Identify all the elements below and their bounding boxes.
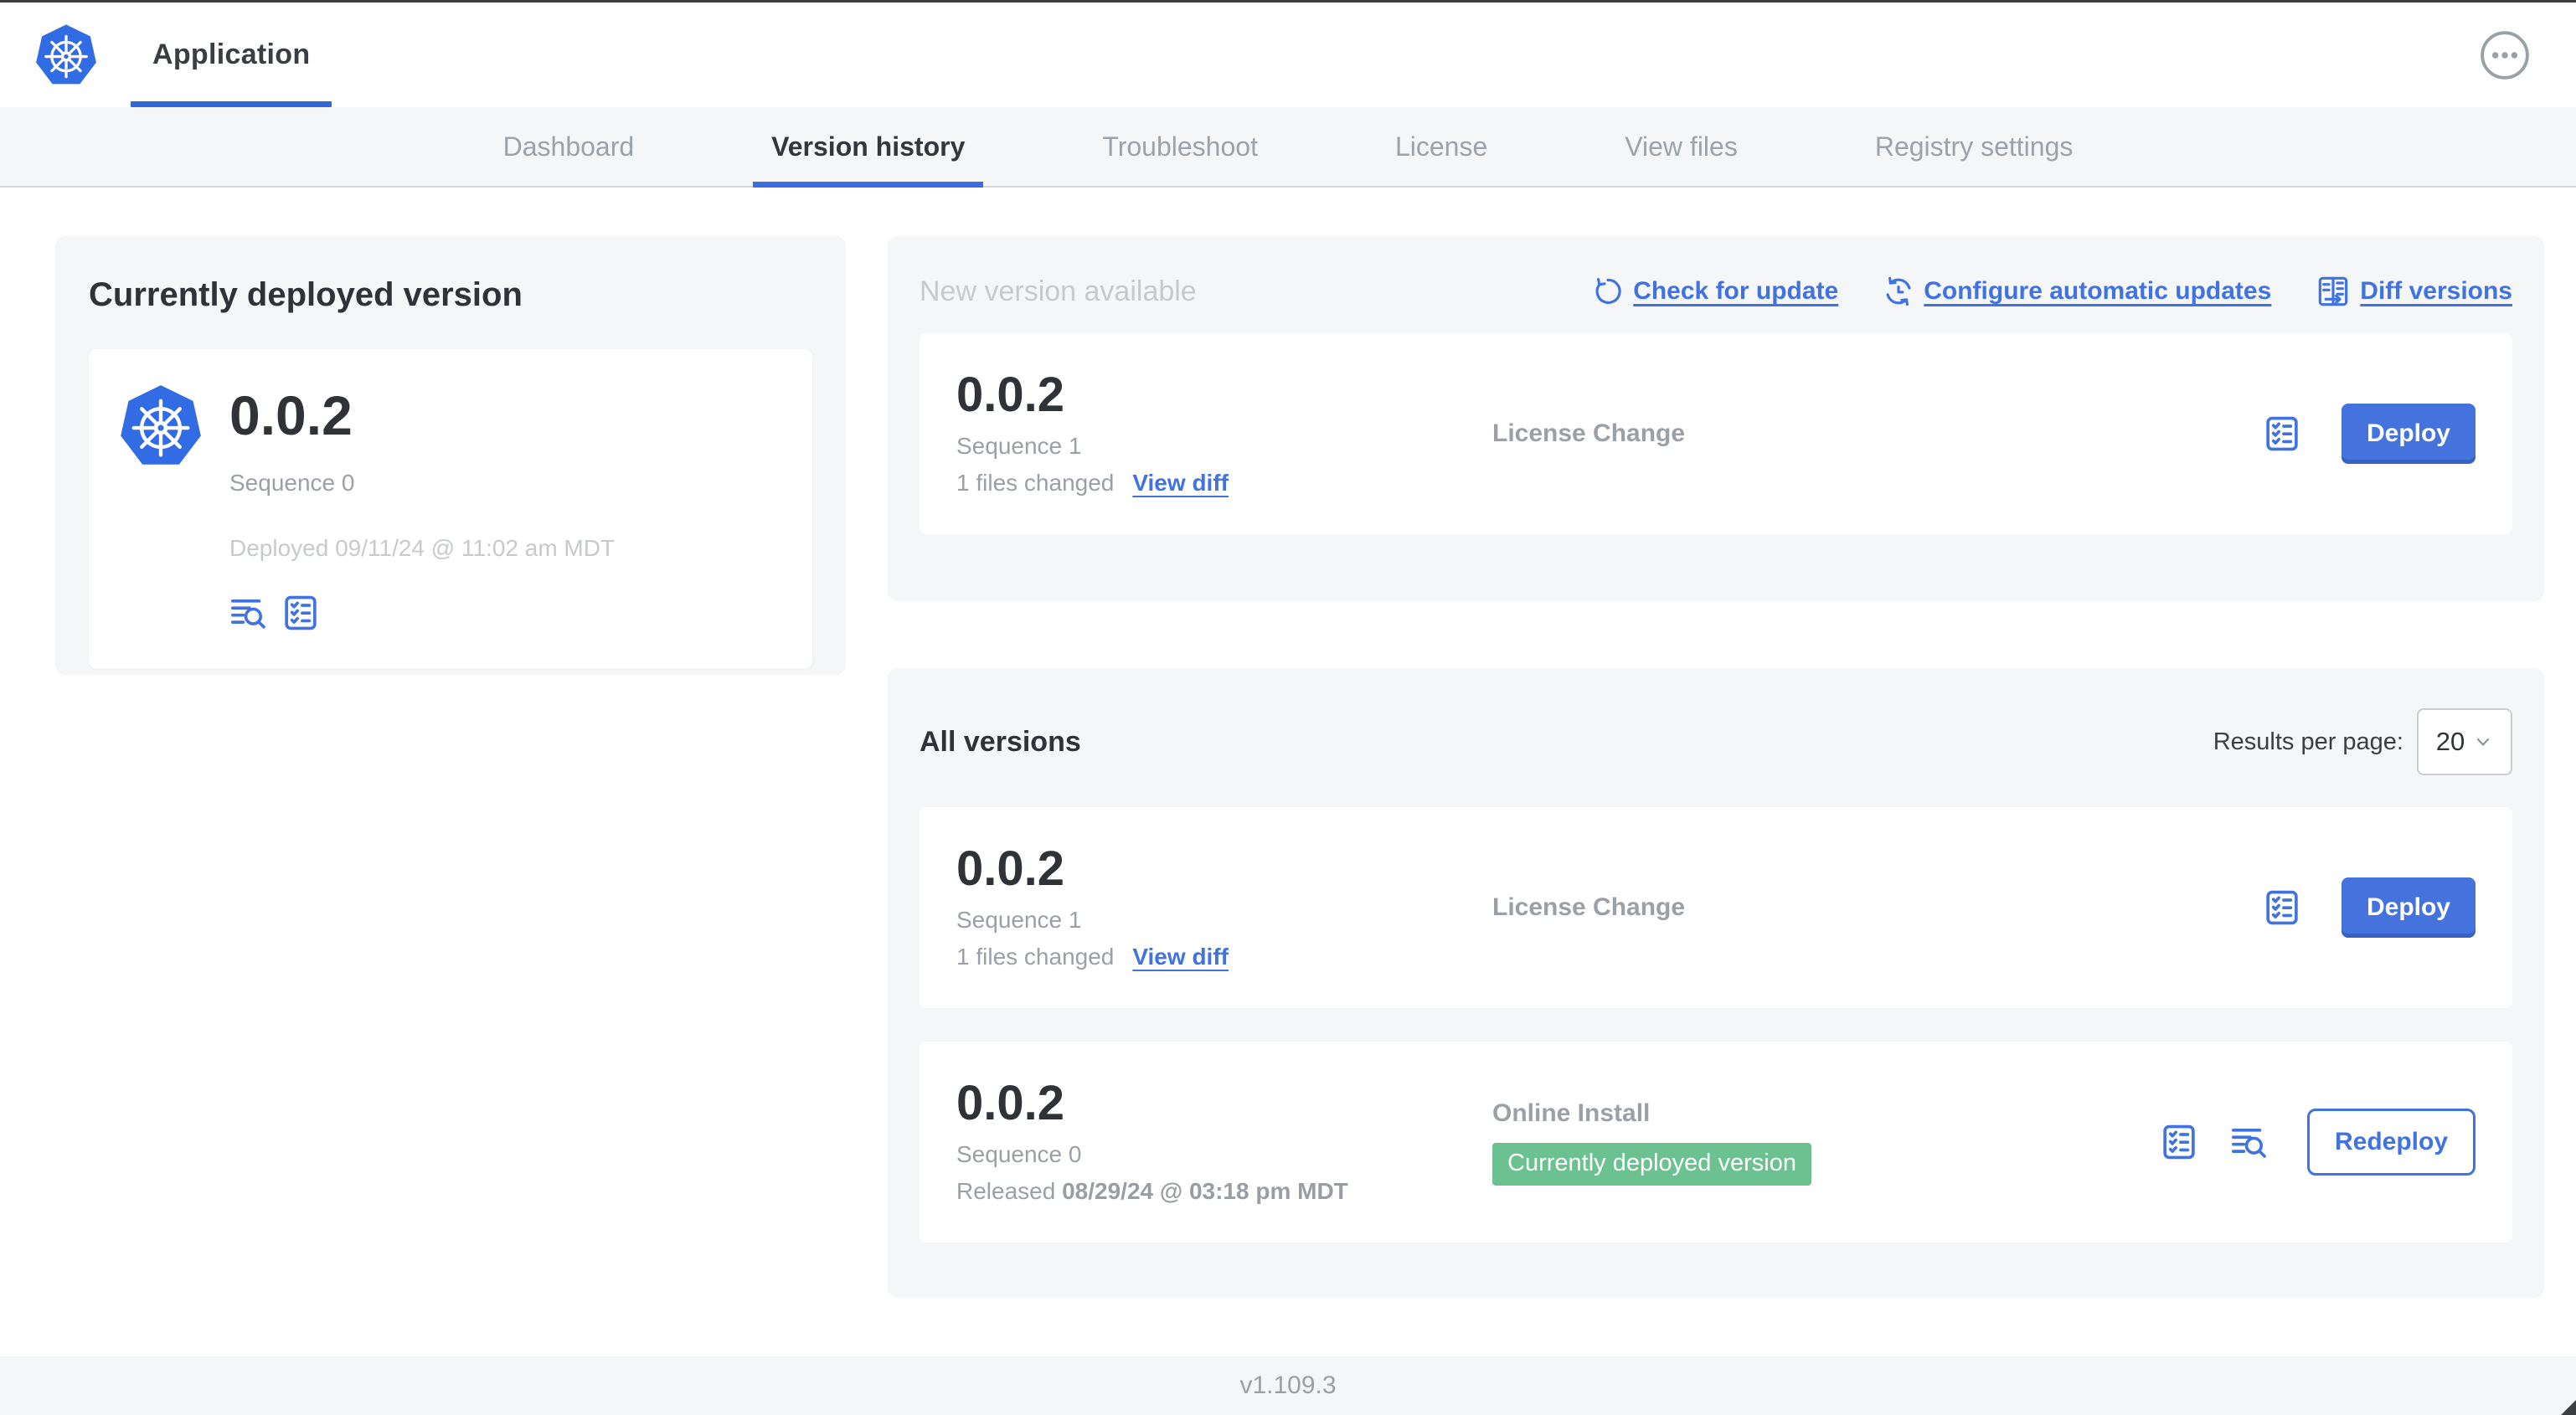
currently-deployed-panel: Currently deployed version 0.0.2 Sequenc… <box>55 236 846 675</box>
all-versions-title: All versions <box>920 725 1081 758</box>
new-version-card: 0.0.2 Sequence 1 1 files changed View di… <box>920 333 2512 534</box>
configure-automatic-updates-label: Configure automatic updates <box>1924 277 2272 305</box>
all-versions-panel: All versions Results per page: 20 0.0.2 … <box>888 668 2544 1298</box>
deployed-timestamp: Deployed 09/11/24 @ 11:02 am MDT <box>229 535 616 561</box>
deploy-button[interactable]: Deploy <box>2341 404 2476 464</box>
checklist-icon[interactable] <box>281 594 320 632</box>
files-changed-row: 1 files changed View diff <box>956 944 1492 970</box>
released-timestamp: Released 08/29/24 @ 03:18 pm MDT <box>956 1178 1492 1205</box>
chevron-down-icon <box>2477 738 2490 746</box>
diff-columns-icon <box>2319 276 2348 306</box>
sequence-label: Sequence 0 <box>956 1141 1082 1167</box>
deployed-actions <box>229 594 615 632</box>
checklist-icon[interactable] <box>2263 414 2301 453</box>
files-changed-row: 1 files changed View diff <box>956 470 1492 497</box>
currently-deployed-card: 0.0.2 Sequence 0 Deployed 09/11/24 @ 11:… <box>89 349 812 669</box>
new-version-panel: New version available Check for update C… <box>888 236 2544 601</box>
more-options-button[interactable] <box>2479 29 2531 81</box>
view-diff-link[interactable]: View diff <box>1132 470 1229 497</box>
kubernetes-app-icon <box>117 381 204 471</box>
checklist-icon[interactable] <box>2263 888 2301 927</box>
version-number: 0.0.2 <box>956 841 1064 896</box>
results-per-page-group: Results per page: 20 <box>2213 708 2512 775</box>
released-prefix: Released <box>956 1178 1063 1204</box>
tab-license[interactable]: License <box>1360 107 1522 186</box>
version-source-label: License Change <box>1492 893 1686 921</box>
diff-versions-label: Diff versions <box>2360 277 2512 305</box>
new-version-header: New version available Check for update C… <box>920 275 2512 308</box>
results-per-page-label: Results per page: <box>2213 728 2403 755</box>
check-for-update-label: Check for update <box>1633 277 1839 305</box>
files-changed-label: 1 files changed <box>956 944 1115 970</box>
version-info-column: 0.0.2 Sequence 0 Released 08/29/24 @ 03:… <box>956 1079 1492 1205</box>
version-row: 0.0.2 Sequence 1 1 files changed View di… <box>920 807 2512 1008</box>
page-nav: Dashboard Version history Troubleshoot L… <box>0 107 2576 188</box>
diff-versions-link[interactable]: Diff versions <box>2316 275 2512 308</box>
redeploy-button[interactable]: Redeploy <box>2306 1109 2476 1176</box>
refresh-icon <box>1595 278 1621 305</box>
configure-automatic-updates-link[interactable]: Configure automatic updates <box>1883 276 2271 306</box>
window-resize-grip[interactable] <box>2561 1400 2576 1415</box>
version-row: 0.0.2 Sequence 0 Released 08/29/24 @ 03:… <box>920 1042 2512 1243</box>
logs-icon[interactable] <box>2230 1123 2269 1161</box>
clock-refresh-icon <box>1886 276 1911 306</box>
tab-registry-settings[interactable]: Registry settings <box>1840 107 2109 186</box>
currently-deployed-badge: Currently deployed version <box>1492 1142 1811 1186</box>
all-versions-header: All versions Results per page: 20 <box>920 708 2512 775</box>
footer: v1.109.3 <box>0 1356 2576 1415</box>
new-version-links: Check for update Configure automatic upd… <box>1593 275 2512 308</box>
version-number: 0.0.2 <box>956 368 1064 422</box>
version-number: 0.0.2 <box>956 1076 1064 1130</box>
deployed-card-body: 0.0.2 Sequence 0 Deployed 09/11/24 @ 11:… <box>229 374 615 644</box>
files-changed-label: 1 files changed <box>956 470 1115 496</box>
check-for-update-link[interactable]: Check for update <box>1593 276 1838 306</box>
new-version-title: New version available <box>920 275 1197 307</box>
app-header: Application <box>0 3 2576 107</box>
sequence-label: Sequence 1 <box>956 907 1082 933</box>
version-source-label: License Change <box>1492 419 1686 447</box>
version-rows: 0.0.2 Sequence 1 1 files changed View di… <box>920 807 2512 1243</box>
released-date: 08/29/24 @ 03:18 pm MDT <box>1062 1178 1348 1204</box>
results-per-page-value: 20 <box>2435 727 2465 756</box>
logs-icon[interactable] <box>229 594 268 632</box>
tab-version-history[interactable]: Version history <box>736 107 1000 188</box>
checklist-icon[interactable] <box>2160 1123 2198 1161</box>
view-diff-link[interactable]: View diff <box>1132 944 1229 970</box>
sequence-label: Sequence 1 <box>956 433 1082 459</box>
deployed-sequence-label: Sequence 0 <box>229 470 355 496</box>
app-tab[interactable]: Application <box>130 3 332 107</box>
deployed-version-number: 0.0.2 <box>229 384 353 446</box>
tab-troubleshoot[interactable]: Troubleshoot <box>1067 107 1293 186</box>
version-source-column: License Change <box>1492 419 2263 448</box>
tab-dashboard[interactable]: Dashboard <box>468 107 670 186</box>
version-source-label: Online Install <box>1492 1099 1651 1127</box>
version-actions: Deploy <box>2263 404 2476 464</box>
app-tab-label: Application <box>152 39 311 70</box>
version-actions: Deploy <box>2263 877 2476 938</box>
kubernetes-logo-icon <box>34 23 98 85</box>
console-version: v1.109.3 <box>1239 1371 1337 1399</box>
version-source-column: Online Install Currently deployed versio… <box>1492 1099 2160 1186</box>
version-info-column: 0.0.2 Sequence 1 1 files changed View di… <box>956 371 1492 497</box>
tab-view-files[interactable]: View files <box>1589 107 1773 186</box>
currently-deployed-title: Currently deployed version <box>89 276 523 313</box>
results-per-page-select[interactable]: 20 <box>2417 708 2512 775</box>
deploy-button[interactable]: Deploy <box>2341 877 2476 938</box>
version-actions: Redeploy <box>2160 1109 2476 1176</box>
version-info-column: 0.0.2 Sequence 1 1 files changed View di… <box>956 845 1492 970</box>
version-source-column: License Change <box>1492 893 2263 922</box>
